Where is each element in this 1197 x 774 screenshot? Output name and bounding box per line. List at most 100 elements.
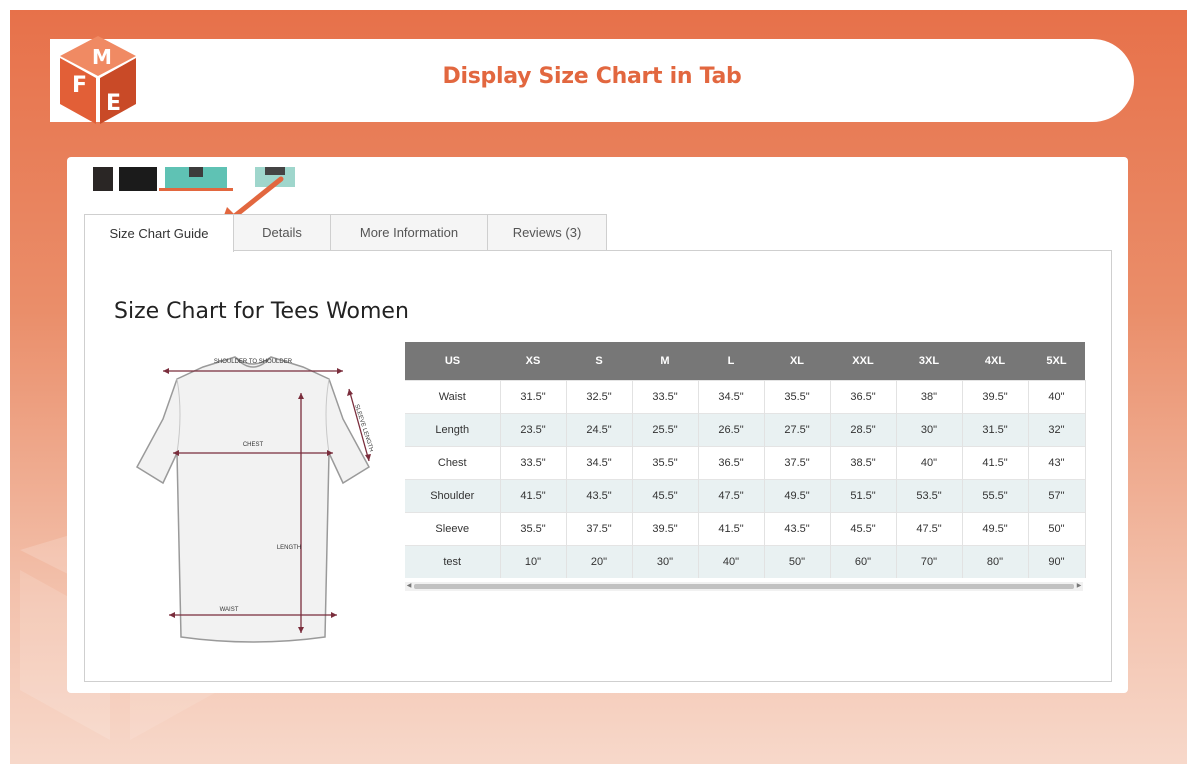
size-chart-panel: Size Chart for Tees Women SHOULDER TO SH…	[84, 250, 1112, 682]
header-title: Display Size Chart in Tab	[442, 64, 742, 89]
table-horizontal-scrollbar[interactable]: ◀ ▶	[405, 582, 1083, 591]
label-shoulder: SHOULDER TO SHOULDER	[214, 359, 293, 365]
table-cell: 49.5"	[962, 512, 1029, 546]
table-cell: 50"	[764, 545, 831, 578]
table-cell: 43"	[1028, 446, 1086, 480]
table-cell: 45.5"	[632, 479, 699, 513]
table-cell: 53.5"	[896, 479, 963, 513]
scrollbar-thumb[interactable]	[414, 584, 1074, 589]
table-row: Waist 31.5" 32.5" 33.5" 34.5" 35.5" 36.5…	[405, 380, 1086, 414]
row-label: Length	[405, 413, 501, 447]
table-row: Sleeve 35.5" 37.5" 39.5" 41.5" 43.5" 45.…	[405, 512, 1086, 546]
table-cell: 47.5"	[896, 512, 963, 546]
table-cell: 39.5"	[632, 512, 699, 546]
table-cell: 60"	[830, 545, 897, 578]
table-header-cell: S	[566, 342, 632, 381]
tshirt-measurement-diagram: SHOULDER TO SHOULDER CHEST LENGTH SLEEVE…	[136, 356, 373, 643]
label-waist: WAIST	[220, 607, 239, 613]
table-cell: 51.5"	[830, 479, 897, 513]
table-cell: 20"	[566, 545, 633, 578]
scroll-right-icon[interactable]: ▶	[1075, 582, 1083, 591]
table-cell: 37.5"	[764, 446, 831, 480]
table-header-cell: L	[698, 342, 764, 381]
table-cell: 10"	[500, 545, 567, 578]
logo-letter-f: F	[72, 73, 87, 98]
table-cell: 45.5"	[830, 512, 897, 546]
table-cell: 55.5"	[962, 479, 1029, 513]
table-cell: 41.5"	[698, 512, 765, 546]
table-cell: 32"	[1028, 413, 1086, 447]
tab-size-chart-guide[interactable]: Size Chart Guide	[84, 214, 234, 252]
size-chart-title: Size Chart for Tees Women	[114, 299, 409, 324]
table-cell: 50"	[1028, 512, 1086, 546]
table-cell: 23.5"	[500, 413, 567, 447]
table-cell: 35.5"	[764, 380, 831, 414]
table-cell: 41.5"	[500, 479, 567, 513]
table-cell: 34.5"	[566, 446, 633, 480]
table-cell: 26.5"	[698, 413, 765, 447]
table-cell: 49.5"	[764, 479, 831, 513]
table-cell: 70"	[896, 545, 963, 578]
table-cell: 57"	[1028, 479, 1086, 513]
table-cell: 32.5"	[566, 380, 633, 414]
table-row: test 10" 20" 30" 40" 50" 60" 70" 80" 90"	[405, 545, 1086, 578]
table-cell: 33.5"	[632, 380, 699, 414]
tab-more-information[interactable]: More Information	[330, 214, 488, 250]
table-header-cell: 3XL	[896, 342, 962, 381]
table-cell: 90"	[1028, 545, 1086, 578]
product-thumbnail-1[interactable]	[91, 167, 157, 191]
row-label: test	[405, 545, 501, 578]
table-cell: 43.5"	[764, 512, 831, 546]
table-cell: 80"	[962, 545, 1029, 578]
label-chest: CHEST	[243, 442, 264, 448]
table-cell: 37.5"	[566, 512, 633, 546]
table-cell: 30"	[896, 413, 963, 447]
table-header-cell: XXL	[830, 342, 896, 381]
table-header-cell: US	[405, 342, 500, 381]
table-header-cell: XL	[764, 342, 830, 381]
table-cell: 38.5"	[830, 446, 897, 480]
tab-details[interactable]: Details	[233, 214, 331, 250]
logo-letter-e: E	[106, 91, 121, 116]
size-chart-table: US XS S M L XL XXL 3XL 4XL 5XL Waist 31.…	[405, 342, 1086, 578]
table-cell: 35.5"	[500, 512, 567, 546]
table-row: Chest 33.5" 34.5" 35.5" 36.5" 37.5" 38.5…	[405, 446, 1086, 480]
table-cell: 40"	[1028, 380, 1086, 414]
table-cell: 30"	[632, 545, 699, 578]
table-header-cell: XS	[500, 342, 566, 381]
table-cell: 35.5"	[632, 446, 699, 480]
product-info-card: Size Chart Guide Details More Informatio…	[67, 157, 1128, 693]
table-row: Length 23.5" 24.5" 25.5" 26.5" 27.5" 28.…	[405, 413, 1086, 447]
logo-letter-m: M	[92, 45, 112, 69]
table-cell: 24.5"	[566, 413, 633, 447]
table-cell: 36.5"	[830, 380, 897, 414]
table-cell: 27.5"	[764, 413, 831, 447]
table-cell: 40"	[896, 446, 963, 480]
table-row: Shoulder 41.5" 43.5" 45.5" 47.5" 49.5" 5…	[405, 479, 1086, 513]
table-cell: 47.5"	[698, 479, 765, 513]
table-cell: 25.5"	[632, 413, 699, 447]
row-label: Waist	[405, 380, 501, 414]
fme-logo: F M E	[60, 36, 136, 124]
table-cell: 36.5"	[698, 446, 765, 480]
table-cell: 43.5"	[566, 479, 633, 513]
row-label: Shoulder	[405, 479, 501, 513]
table-cell: 33.5"	[500, 446, 567, 480]
table-header-row: US XS S M L XL XXL 3XL 4XL 5XL	[405, 342, 1085, 381]
scroll-left-icon[interactable]: ◀	[405, 582, 413, 591]
table-header-cell: M	[632, 342, 698, 381]
table-cell: 40"	[698, 545, 765, 578]
table-cell: 41.5"	[962, 446, 1029, 480]
table-cell: 34.5"	[698, 380, 765, 414]
row-label: Chest	[405, 446, 501, 480]
table-cell: 28.5"	[830, 413, 897, 447]
table-cell: 38"	[896, 380, 963, 414]
table-header-cell: 4XL	[962, 342, 1028, 381]
label-length: LENGTH	[277, 545, 301, 551]
table-cell: 31.5"	[500, 380, 567, 414]
row-label: Sleeve	[405, 512, 501, 546]
banner-frame: Display Size Chart in Tab F M E Size Cha…	[10, 10, 1187, 764]
table-header-cell: 5XL	[1028, 342, 1085, 381]
header-bar: Display Size Chart in Tab	[50, 39, 1134, 122]
tab-reviews[interactable]: Reviews (3)	[487, 214, 607, 250]
